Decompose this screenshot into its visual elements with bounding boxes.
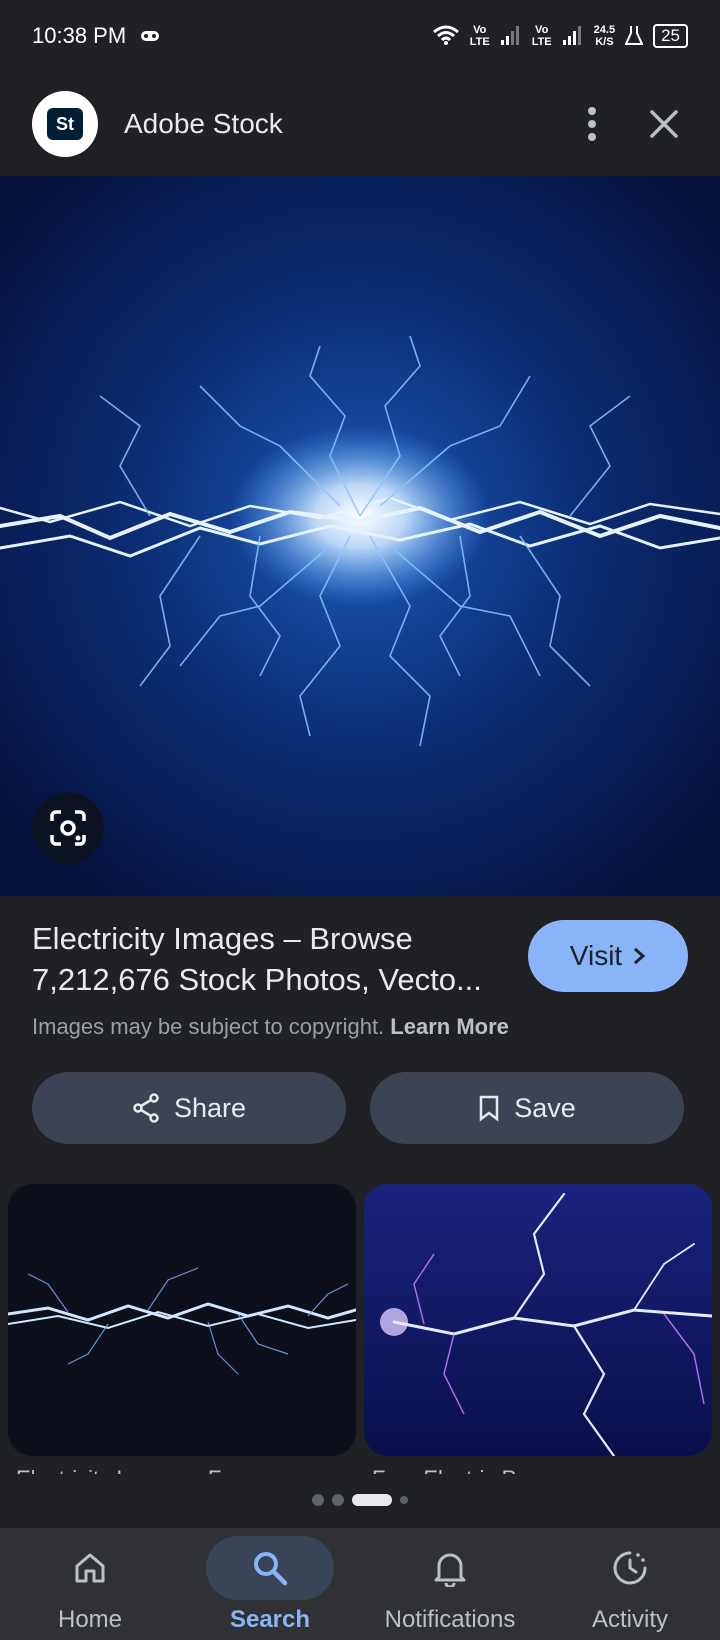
adobe-stock-logo-icon: St [47, 108, 83, 140]
pager-dot [312, 1494, 324, 1506]
nav-notifications[interactable]: Notifications [365, 1528, 535, 1634]
google-lens-button[interactable] [32, 792, 104, 864]
save-button[interactable]: Save [370, 1072, 684, 1144]
copyright-text: Images may be subject to copyright. [32, 1014, 385, 1039]
nav-label-home: Home [57, 1606, 123, 1633]
related-caption-1[interactable]: Electricity Images - Free [16, 1466, 253, 1474]
close-button[interactable] [640, 100, 688, 148]
result-title[interactable]: Electricity Images – Browse 7,212,676 St… [32, 918, 502, 1000]
related-image-2[interactable] [364, 1184, 712, 1456]
network-speed: 24.5 K/S [593, 24, 616, 48]
signal-icon-2 [562, 24, 584, 49]
flask-icon [624, 24, 644, 49]
related-images: Electricity Images - Free Free Electric … [8, 1184, 720, 1474]
pager-dot [400, 1496, 408, 1504]
nav-search[interactable]: Search [185, 1528, 355, 1634]
bottom-navigation: Home Search Notifications Activity [0, 1528, 720, 1640]
nav-label-activity: Activity [591, 1606, 668, 1633]
nav-label-notifications: Notifications [384, 1606, 516, 1633]
bookmark-icon [479, 1095, 499, 1122]
share-button[interactable]: Share [32, 1072, 346, 1144]
volte-badge-1: Vo LTE [469, 24, 490, 48]
home-icon [75, 1553, 105, 1583]
status-time: 10:38 PM [32, 23, 127, 48]
result-info: Electricity Images – Browse 7,212,676 St… [32, 918, 692, 1040]
save-label: Save [514, 1092, 576, 1123]
visit-label: Visit [569, 940, 623, 971]
action-row: Share Save [32, 1072, 684, 1144]
wifi-icon [432, 24, 460, 49]
nav-home[interactable]: Home [5, 1528, 175, 1634]
battery-indicator: 25 [653, 24, 688, 48]
activity-icon [613, 1551, 647, 1585]
pager-dot [332, 1494, 344, 1506]
copyright-notice: Images may be subject to copyright. Lear… [32, 1014, 692, 1040]
source-header: St Adobe Stock [0, 72, 720, 176]
status-bar: 10:38 PM Vo LTE Vo LTE 24.5 K/S 25 [0, 0, 720, 72]
search-icon [254, 1552, 288, 1586]
volte-badge-2: Vo LTE [531, 24, 552, 48]
site-logo[interactable]: St [32, 91, 98, 157]
related-caption-2[interactable]: Free Electric Power [372, 1466, 564, 1474]
related-image-1[interactable] [8, 1184, 356, 1456]
nav-activity[interactable]: Activity [545, 1528, 715, 1634]
nav-label-search: Search [229, 1606, 311, 1633]
pager-dot-active [352, 1494, 392, 1506]
signal-icon-1 [500, 24, 522, 49]
pager-dots [0, 1494, 720, 1506]
visit-button[interactable]: Visit [528, 920, 688, 992]
lens-icon [50, 810, 86, 846]
bell-icon [434, 1553, 466, 1587]
site-name[interactable]: Adobe Stock [124, 108, 544, 140]
main-image[interactable] [0, 176, 720, 896]
learn-more-link[interactable]: Learn More [390, 1014, 509, 1039]
more-vert-icon [588, 107, 596, 141]
share-label: Share [173, 1092, 247, 1123]
more-options-button[interactable] [568, 100, 616, 148]
close-icon [650, 110, 678, 138]
game-controller-icon [140, 23, 160, 49]
chevron-right-icon [634, 947, 646, 965]
share-icon [133, 1093, 159, 1123]
